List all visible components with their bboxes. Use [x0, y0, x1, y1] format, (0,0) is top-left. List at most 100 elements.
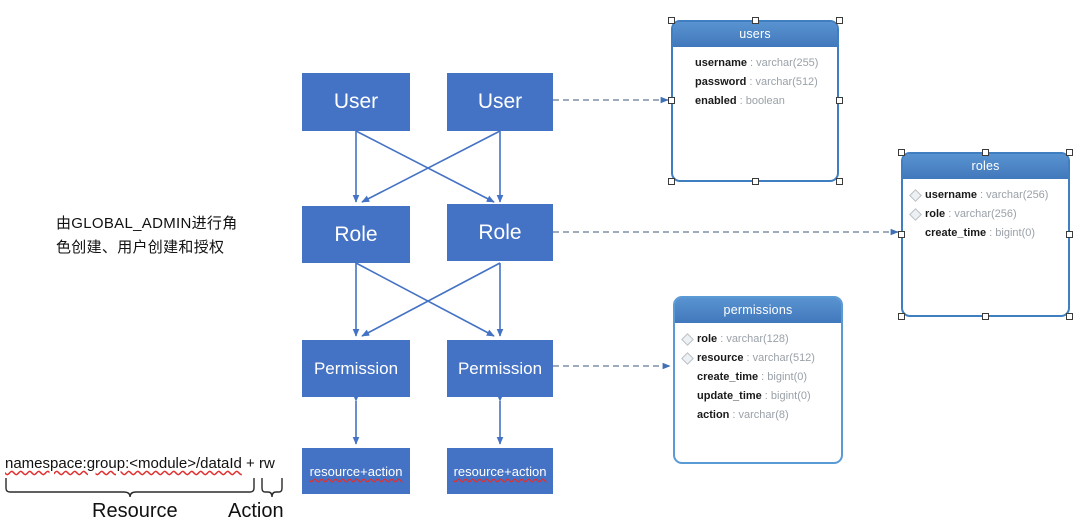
field-name: password — [695, 76, 747, 88]
table-row: create_time : bigint(0) — [675, 368, 841, 387]
field-name: action — [697, 409, 730, 421]
resize-handle-ne[interactable] — [1066, 149, 1073, 156]
node-label: resource+action — [453, 463, 547, 479]
resource-expression: namespace:group:<module>/dataId — [5, 455, 242, 472]
key-icon — [681, 371, 694, 384]
node-permission-right[interactable]: Permission — [447, 340, 553, 397]
field-type: : varchar(128) — [720, 333, 789, 345]
resize-handle-s[interactable] — [752, 178, 759, 185]
key-icon — [681, 352, 694, 365]
node-label: resource+action — [309, 463, 403, 479]
node-label: User — [333, 90, 379, 113]
resize-handle-w[interactable] — [898, 231, 905, 238]
resize-handle-s[interactable] — [982, 313, 989, 320]
resource-format-text: namespace:group:<module>/dataId + rw — [5, 455, 275, 472]
admin-note-line-2: 色创建、用户创建和授权 — [56, 239, 225, 256]
node-role-right[interactable]: Role — [447, 204, 553, 261]
field-type: : varchar(8) — [732, 409, 789, 421]
edge-role-right-perm-left — [361, 262, 501, 337]
field-name: update_time — [697, 390, 762, 402]
node-leaf-left[interactable]: resource+action — [302, 448, 410, 494]
field-name: username — [925, 189, 977, 201]
brace-label-resource: Resource — [92, 500, 178, 522]
key-icon — [681, 333, 694, 346]
node-label: Role — [334, 222, 378, 246]
field-name: username — [695, 57, 747, 69]
db-table-permissions[interactable]: permissions role : varchar(128) resource… — [673, 296, 843, 464]
diagram-canvas: User User Role Role Permission Permissio… — [0, 0, 1080, 531]
resize-handle-e[interactable] — [1066, 231, 1073, 238]
resize-handle-se[interactable] — [1066, 313, 1073, 320]
table-row: password : varchar(512) — [673, 73, 837, 92]
field-name: create_time — [925, 227, 987, 239]
db-table-title: permissions — [675, 298, 841, 323]
node-label: User — [477, 90, 523, 113]
brace-label-action: Action — [228, 500, 284, 522]
edge-role-left-perm-right — [355, 262, 495, 337]
db-table-users[interactable]: users username : varchar(255) password :… — [671, 20, 839, 182]
field-name: role — [697, 333, 718, 345]
formula-separator: + — [241, 455, 259, 472]
key-icon — [681, 390, 694, 403]
edge-user-right-role-left — [361, 130, 501, 203]
resize-handle-sw[interactable] — [668, 178, 675, 185]
table-row: role : varchar(128) — [675, 330, 841, 349]
field-type: : bigint(0) — [761, 371, 808, 383]
field-type: : varchar(512) — [749, 76, 818, 88]
table-row: create_time : bigint(0) — [903, 224, 1068, 243]
node-label: Permission — [457, 358, 543, 378]
field-type: : varchar(255) — [749, 57, 819, 69]
key-icon — [909, 227, 922, 240]
db-table-fields: username : varchar(256) role : varchar(2… — [903, 179, 1068, 243]
field-type: : bigint(0) — [989, 227, 1036, 239]
edge-user-left-role-right — [355, 130, 495, 203]
field-type: : varchar(256) — [979, 189, 1049, 201]
field-type: : varchar(512) — [746, 352, 815, 364]
admin-note-line-1: 由GLOBAL_ADMIN进行角 — [56, 215, 238, 232]
key-icon — [679, 95, 692, 108]
brace-resource — [5, 478, 255, 498]
table-row: username : varchar(256) — [903, 186, 1068, 205]
resize-handle-se[interactable] — [836, 178, 843, 185]
db-table-title: roles — [903, 154, 1068, 179]
node-leaf-right[interactable]: resource+action — [447, 448, 553, 494]
db-table-fields: role : varchar(128) resource : varchar(5… — [675, 323, 841, 425]
db-table-title: users — [673, 22, 837, 47]
resize-handle-sw[interactable] — [898, 313, 905, 320]
field-name: role — [925, 208, 946, 220]
table-row: username : varchar(255) — [673, 54, 837, 73]
table-row: action : varchar(8) — [675, 406, 841, 425]
resize-handle-ne[interactable] — [836, 17, 843, 24]
key-icon — [679, 76, 692, 89]
field-name: enabled — [695, 95, 737, 107]
node-label: Permission — [313, 358, 399, 378]
field-name: create_time — [697, 371, 759, 383]
node-label: Role — [478, 220, 522, 244]
db-table-roles[interactable]: roles username : varchar(256) role : var… — [901, 152, 1070, 317]
node-role-left[interactable]: Role — [302, 206, 410, 263]
brace-group — [5, 478, 283, 498]
resize-handle-nw[interactable] — [668, 17, 675, 24]
node-user-left[interactable]: User — [302, 73, 410, 131]
resize-handle-e[interactable] — [836, 97, 843, 104]
db-table-fields: username : varchar(255) password : varch… — [673, 47, 837, 111]
node-permission-left[interactable]: Permission — [302, 340, 410, 397]
resize-handle-n[interactable] — [982, 149, 989, 156]
key-icon — [679, 57, 692, 70]
field-name: resource — [697, 352, 744, 364]
key-icon — [681, 409, 694, 422]
brace-action — [261, 478, 283, 498]
table-row: update_time : bigint(0) — [675, 387, 841, 406]
resize-handle-nw[interactable] — [898, 149, 905, 156]
table-row: resource : varchar(512) — [675, 349, 841, 368]
field-type: : varchar(256) — [948, 208, 1017, 220]
node-user-right[interactable]: User — [447, 73, 553, 131]
resize-handle-n[interactable] — [752, 17, 759, 24]
field-type: : boolean — [739, 95, 785, 107]
resize-handle-w[interactable] — [668, 97, 675, 104]
field-type: : bigint(0) — [764, 390, 811, 402]
table-row: role : varchar(256) — [903, 205, 1068, 224]
table-row: enabled : boolean — [673, 92, 837, 111]
action-expression: rw — [258, 455, 275, 472]
key-icon — [909, 208, 922, 221]
